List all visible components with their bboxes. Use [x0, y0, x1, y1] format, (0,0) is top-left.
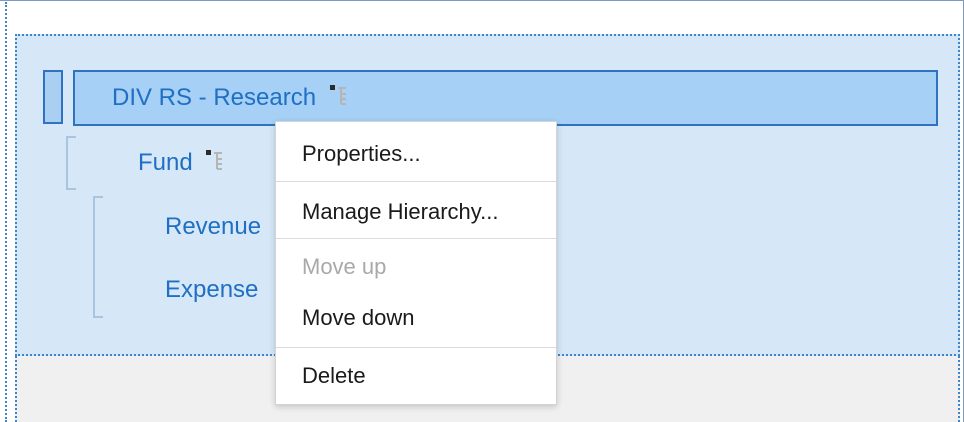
menu-separator: [276, 347, 556, 348]
context-menu: Properties... Manage Hierarchy... Move u…: [275, 121, 557, 405]
menu-item-manage-hierarchy[interactable]: Manage Hierarchy...: [276, 197, 556, 227]
menu-item-move-up[interactable]: Move up: [276, 252, 556, 282]
menu-separator: [276, 181, 556, 182]
left-dotted-rail: [5, 2, 8, 422]
tree-node-label: Expense: [165, 276, 259, 303]
menu-separator: [276, 238, 556, 239]
tree-node-label: Fund: [138, 149, 193, 176]
tree-indent-bracket: [93, 196, 103, 318]
hierarchy-icon: [205, 149, 225, 178]
menu-item-move-down[interactable]: Move down: [276, 303, 556, 333]
tree-indent-bracket: [66, 136, 76, 190]
tree-node-fund[interactable]: Fund: [138, 149, 225, 178]
tree-node-root[interactable]: DIV RS - Research: [112, 84, 349, 113]
tree-node-revenue[interactable]: Revenue: [165, 213, 261, 241]
menu-item-delete[interactable]: Delete: [276, 361, 556, 391]
row-drag-handle[interactable]: [43, 70, 63, 124]
tree-node-expense[interactable]: Expense: [165, 276, 258, 304]
hierarchy-icon: [329, 84, 349, 113]
tree-node-label: DIV RS - Research: [112, 84, 317, 111]
tree-node-label: Revenue: [165, 213, 262, 240]
menu-item-properties[interactable]: Properties...: [276, 139, 556, 169]
